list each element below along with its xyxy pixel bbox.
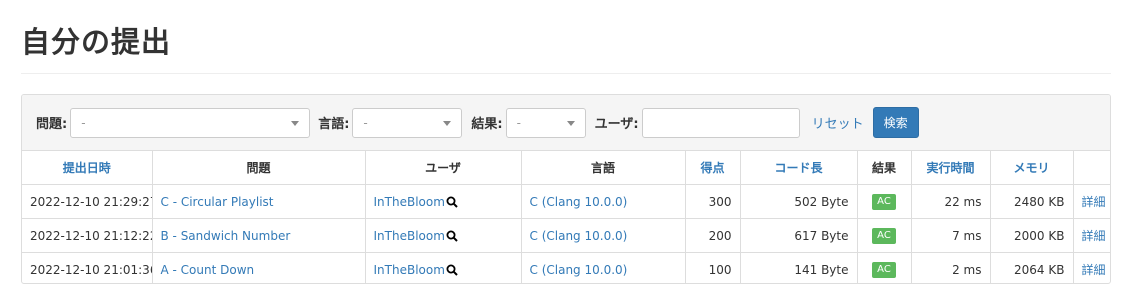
code-length: 502 Byte [739, 184, 857, 219]
table-row: 2022-12-10 21:29:27 C - Circular Playlis… [22, 184, 1110, 219]
score: 300 [684, 184, 740, 219]
problem-link[interactable]: A - Count Down [151, 252, 365, 283]
title-divider [21, 73, 1111, 74]
score: 200 [684, 218, 740, 253]
user-link[interactable]: InTheBloom [374, 195, 445, 209]
status-cell: AC [856, 184, 911, 219]
header-user: ユーザ [364, 150, 521, 185]
language-link[interactable]: C (Clang 10.0.0) [520, 218, 685, 253]
status-badge: AC [872, 228, 896, 244]
header-status: 結果 [856, 150, 911, 185]
submission-date: 2022-12-10 21:01:36 [22, 252, 152, 283]
status-cell: AC [856, 218, 911, 253]
submissions-table: 提出日時 問題 ユーザ 言語 得点 コード長 結果 実行時間 メモリ 2022-… [22, 150, 1110, 283]
code-length: 141 Byte [739, 252, 857, 283]
status-filter-value: - [516, 115, 521, 130]
table-header-row: 提出日時 問題 ユーザ 言語 得点 コード長 結果 実行時間 メモリ [22, 150, 1110, 185]
table-row: 2022-12-10 21:12:22 B - Sandwich Number … [22, 218, 1110, 253]
exec-time: 7 ms [910, 218, 990, 253]
status-badge: AC [872, 194, 896, 210]
memory: 2480 KB [989, 184, 1073, 219]
header-date[interactable]: 提出日時 [22, 150, 152, 185]
memory: 2000 KB [989, 218, 1073, 253]
problem-filter-label: 問題: [36, 117, 68, 132]
header-exec-time[interactable]: 実行時間 [910, 150, 990, 185]
user-cell: InTheBloom [364, 184, 521, 219]
user-filter-label: ユーザ: [594, 117, 639, 132]
page-title: 自分の提出 [21, 25, 172, 59]
detail-link[interactable]: 詳細 [1072, 218, 1110, 253]
header-problem: 問題 [151, 150, 365, 185]
user-cell: InTheBloom [364, 252, 521, 283]
search-button[interactable]: 検索 [872, 107, 919, 138]
language-filter-select[interactable]: - [352, 107, 463, 138]
header-code-length[interactable]: コード長 [739, 150, 857, 185]
language-filter-label: 言語: [318, 117, 350, 132]
magnifier-icon[interactable] [446, 230, 458, 242]
problem-filter-value: - [81, 115, 86, 130]
filter-bar: 問題: - 言語: - 結果: - ユーザ: リセット 検索 [22, 95, 1110, 150]
language-filter-value: - [363, 115, 368, 130]
language-link[interactable]: C (Clang 10.0.0) [520, 252, 685, 283]
problem-link[interactable]: C - Circular Playlist [151, 184, 365, 219]
caret-down-icon [566, 120, 575, 126]
code-length: 617 Byte [739, 218, 857, 253]
header-detail [1072, 150, 1110, 185]
header-score[interactable]: 得点 [684, 150, 740, 185]
caret-down-icon [291, 120, 300, 126]
problem-filter-select[interactable]: - [70, 107, 311, 138]
submission-date: 2022-12-10 21:12:22 [22, 218, 152, 253]
submission-date: 2022-12-10 21:29:27 [22, 184, 152, 219]
detail-link[interactable]: 詳細 [1072, 252, 1110, 283]
submissions-panel: 問題: - 言語: - 結果: - ユーザ: リセット 検索 提出日時 問題 ユ… [21, 94, 1111, 284]
exec-time: 2 ms [910, 252, 990, 283]
header-memory[interactable]: メモリ [989, 150, 1073, 185]
memory: 2064 KB [989, 252, 1073, 283]
score: 100 [684, 252, 740, 283]
table-row: 2022-12-10 21:01:36 A - Count Down InThe… [22, 252, 1110, 283]
exec-time: 22 ms [910, 184, 990, 219]
user-link[interactable]: InTheBloom [374, 229, 445, 243]
language-link[interactable]: C (Clang 10.0.0) [520, 184, 685, 219]
status-filter-label: 結果: [471, 117, 503, 132]
user-cell: InTheBloom [364, 218, 521, 253]
status-badge: AC [872, 262, 896, 279]
detail-link[interactable]: 詳細 [1072, 184, 1110, 219]
user-link[interactable]: InTheBloom [374, 263, 445, 277]
reset-link[interactable]: リセット [812, 113, 864, 132]
magnifier-icon[interactable] [446, 196, 458, 208]
problem-link[interactable]: B - Sandwich Number [151, 218, 365, 253]
status-cell: AC [856, 252, 911, 283]
caret-down-icon [443, 120, 452, 126]
status-filter-select[interactable]: - [505, 107, 586, 138]
header-language: 言語 [520, 150, 685, 185]
magnifier-icon[interactable] [446, 264, 458, 276]
user-filter-input[interactable] [641, 107, 800, 138]
